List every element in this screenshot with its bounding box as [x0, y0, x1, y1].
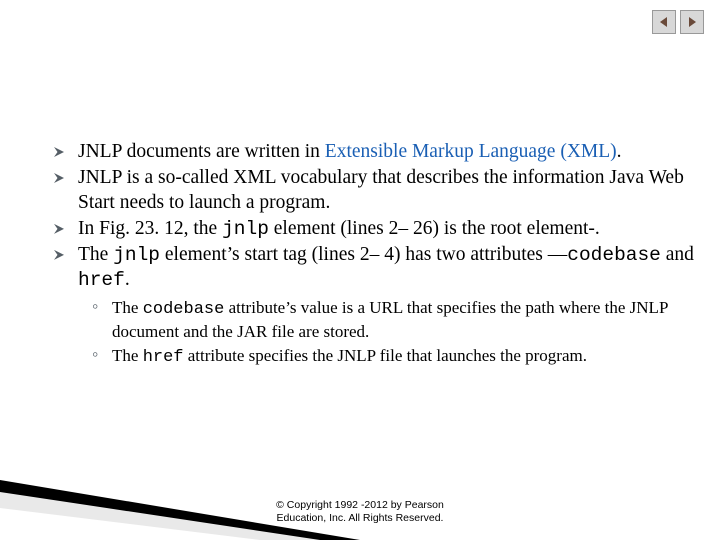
code-codebase: codebase	[143, 300, 225, 319]
footer-line2: Education, Inc. All Rights Reserved.	[0, 512, 720, 526]
prev-slide-button[interactable]	[652, 10, 676, 34]
list-item: In Fig. 23. 12, the jnlp element (lines …	[48, 217, 700, 242]
footer-line1: © Copyright 1992 -2012 by Pearson	[0, 499, 720, 513]
copyright-footer: © Copyright 1992 -2012 by Pearson Educat…	[0, 499, 720, 526]
text: The	[112, 298, 143, 317]
list-item: JNLP is a so-called XML vocabulary that …	[48, 166, 700, 216]
code-jnlp: jnlp	[222, 218, 269, 240]
nav-buttons	[652, 10, 704, 34]
xml-link[interactable]: Extensible Markup Language (XML)	[325, 141, 617, 162]
code-href: href	[143, 348, 184, 367]
list-item: The codebase attribute’s value is a URL …	[90, 297, 700, 344]
code-href: href	[78, 269, 125, 291]
text: and	[661, 244, 694, 265]
text: In Fig. 23. 12, the	[78, 218, 222, 239]
slide-content: JNLP documents are written in Extensible…	[48, 140, 700, 370]
list-item: The jnlp element’s start tag (lines 2– 4…	[48, 243, 700, 369]
text: The	[78, 244, 113, 265]
main-bullet-list: JNLP documents are written in Extensible…	[48, 140, 700, 369]
text: .	[617, 141, 622, 162]
list-item: JNLP documents are written in Extensible…	[48, 140, 700, 165]
code-codebase: codebase	[567, 244, 661, 266]
triangle-left-icon	[658, 16, 670, 28]
text: .	[125, 269, 130, 290]
sub-bullet-list: The codebase attribute’s value is a URL …	[90, 297, 700, 369]
text: JNLP documents are written in	[78, 141, 325, 162]
next-slide-button[interactable]	[680, 10, 704, 34]
triangle-right-icon	[686, 16, 698, 28]
text: attribute specifies the JNLP file that l…	[184, 346, 587, 365]
text: The	[112, 346, 143, 365]
code-jnlp: jnlp	[113, 244, 160, 266]
text: element’s start tag (lines 2– 4) has two…	[160, 244, 567, 265]
text: element (lines 2– 26) is the root elemen…	[269, 218, 600, 239]
text: JNLP is a so-called XML vocabulary that …	[78, 167, 684, 213]
list-item: The href attribute specifies the JNLP fi…	[90, 345, 700, 369]
